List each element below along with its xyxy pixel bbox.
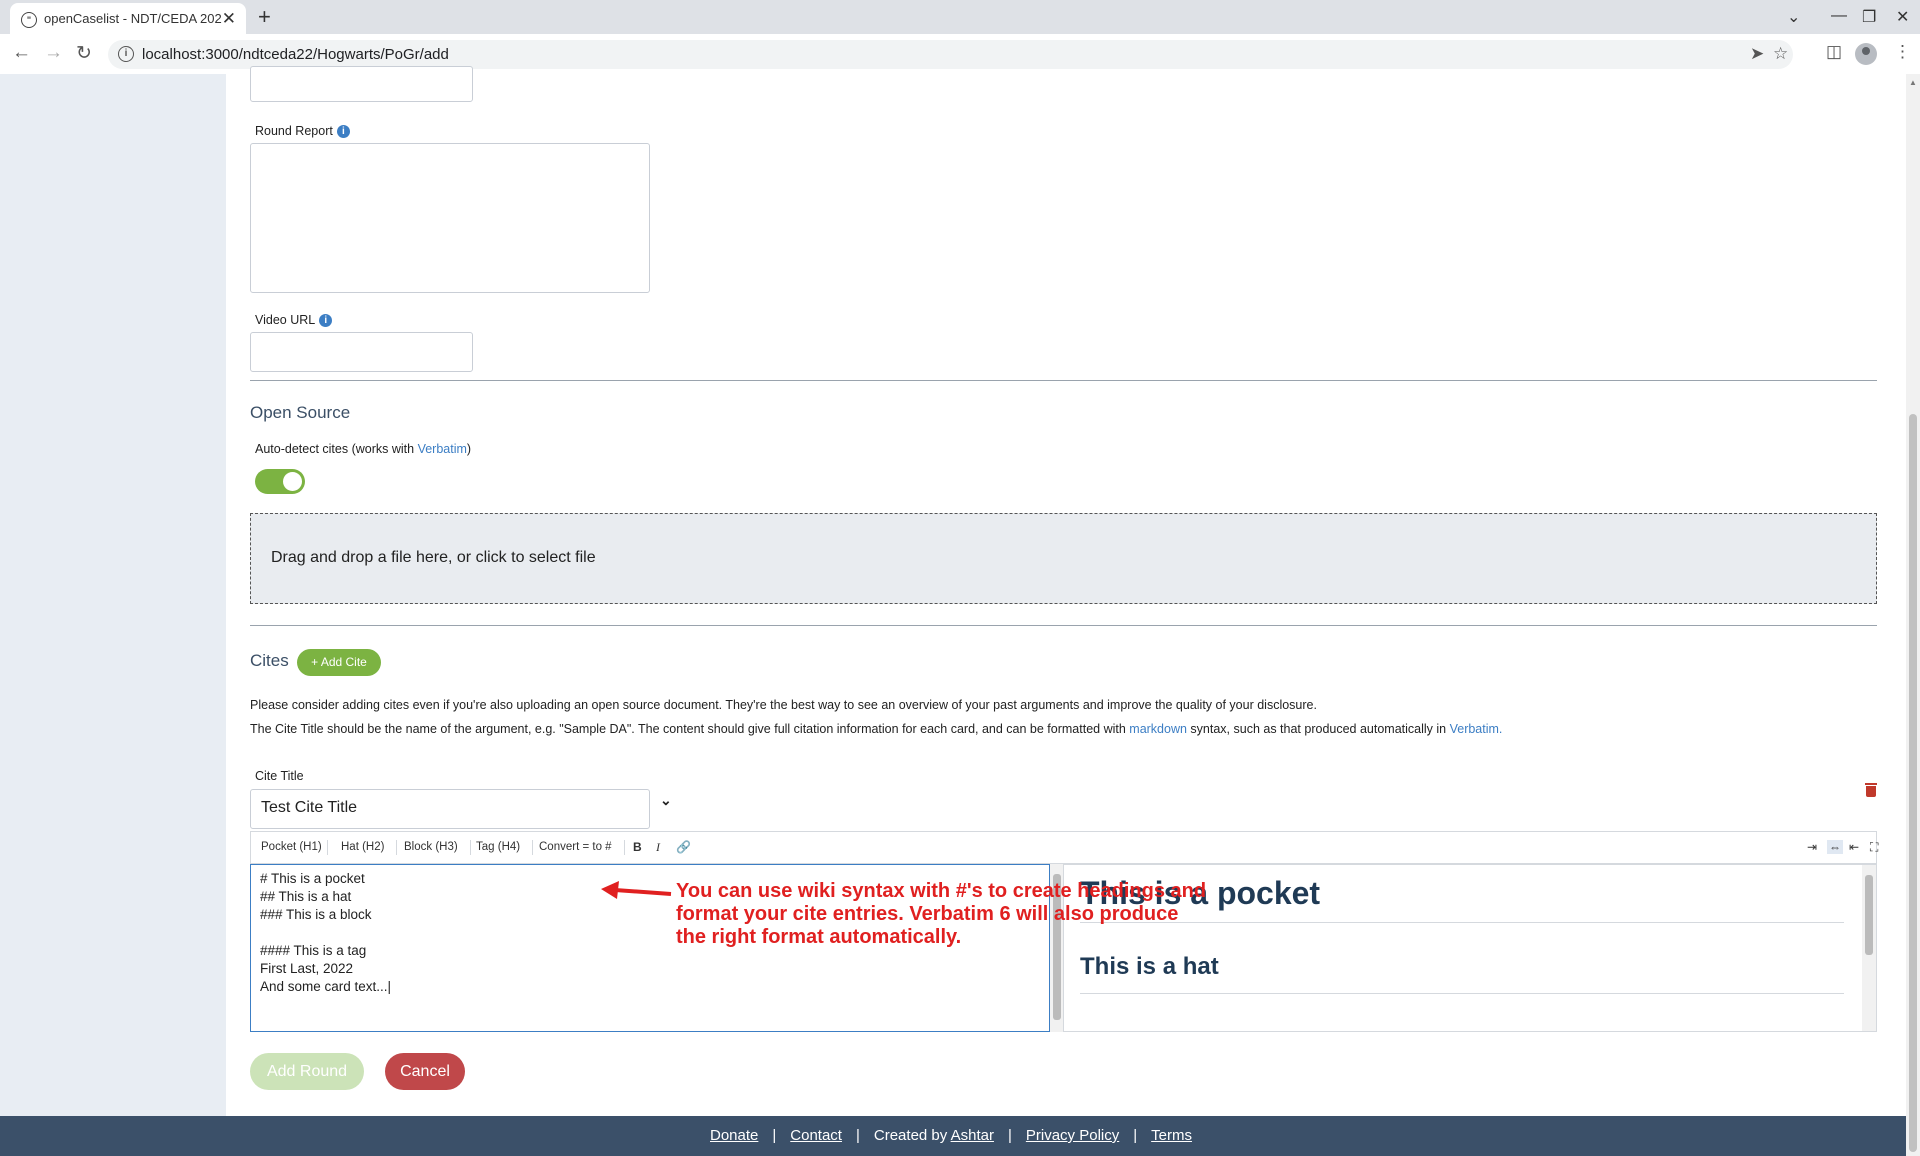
convert-button[interactable]: Convert = to #: [539, 841, 612, 853]
bold-icon[interactable]: B: [633, 840, 642, 854]
editor-line: ## This is a hat: [260, 889, 352, 904]
window-close-icon[interactable]: ✕: [1896, 7, 1909, 27]
cites-format-text: The Cite Title should be the name of the…: [250, 722, 1503, 736]
video-url-label: Video URL i: [255, 313, 333, 328]
quote-favicon-icon: ": [21, 12, 37, 28]
link-icon[interactable]: 🔗: [676, 840, 691, 854]
site-footer: Donate | Contact | Created by Ashtar | Privacy…: [0, 1116, 1906, 1156]
reload-icon[interactable]: ↻: [76, 42, 92, 65]
url-text[interactable]: localhost:3000/ndtceda22/Hogwarts/PoGr/a…: [142, 46, 449, 63]
block-h3-button[interactable]: Block (H3): [404, 841, 458, 853]
cites-help-text: Please consider adding cites even if you…: [250, 698, 1317, 712]
browser-tab-bar: " openCaselist - NDT/CEDA 202 ✕ + ⌄ — ❐ …: [0, 0, 1920, 34]
autodetect-label: Auto-detect cites (works with Verbatim): [255, 442, 472, 456]
tab-title: openCaselist - NDT/CEDA 202: [44, 11, 222, 26]
bookmark-star-icon[interactable]: ☆: [1773, 44, 1788, 64]
editor-line: ### This is a block: [260, 907, 372, 922]
trash-icon[interactable]: [1865, 783, 1877, 797]
privacy-policy-link[interactable]: Privacy Policy: [1026, 1127, 1119, 1144]
author-link[interactable]: Ashtar: [951, 1127, 994, 1144]
tag-h4-button[interactable]: Tag (H4): [476, 841, 520, 853]
address-bar[interactable]: i localhost:3000/ndtceda22/Hogwarts/PoGr…: [108, 40, 1793, 69]
editor-line: And some card text...|: [260, 979, 392, 994]
cite-title-input[interactable]: Test Cite Title: [250, 789, 650, 829]
scroll-up-icon[interactable]: ▲: [1909, 78, 1917, 87]
contact-link[interactable]: Contact: [790, 1127, 842, 1144]
page-scrollbar[interactable]: ▲: [1906, 74, 1920, 1156]
add-round-button[interactable]: Add Round: [250, 1053, 364, 1090]
terms-link[interactable]: Terms: [1151, 1127, 1192, 1144]
round-report-label: Round Report i: [255, 124, 350, 139]
file-dropzone[interactable]: Drag and drop a file here, or click to s…: [250, 513, 1877, 604]
italic-icon[interactable]: I: [656, 840, 660, 855]
annotation-arrow-icon: [601, 881, 672, 899]
verbatim-link[interactable]: Verbatim: [418, 442, 467, 456]
back-icon[interactable]: ←: [12, 42, 31, 64]
side-panel-icon[interactable]: ◫: [1826, 42, 1842, 62]
cites-title: Cites: [250, 651, 289, 670]
preview-hat-heading: This is a hat: [1080, 953, 1219, 980]
hat-h2-button[interactable]: Hat (H2): [341, 841, 384, 853]
send-icon[interactable]: ➤: [1750, 44, 1764, 64]
editor-line: #### This is a tag: [260, 943, 367, 958]
annotation-callout: You can use wiki syntax with #'s to crea…: [676, 880, 1207, 948]
preview-scrollbar[interactable]: [1862, 865, 1876, 1031]
minimize-icon[interactable]: —: [1831, 7, 1847, 25]
tab-search-icon[interactable]: ⌄: [1787, 7, 1800, 27]
open-source-title: Open Source: [250, 403, 351, 422]
section-divider: [250, 380, 1877, 381]
profile-avatar[interactable]: [1855, 43, 1877, 65]
menu-kebab-icon[interactable]: ⋮: [1894, 42, 1911, 62]
previous-field-input[interactable]: [250, 66, 473, 102]
new-tab-button[interactable]: +: [258, 4, 271, 30]
cancel-button[interactable]: Cancel: [385, 1053, 465, 1090]
site-info-icon[interactable]: i: [118, 46, 134, 62]
editor-only-icon[interactable]: ⇥: [1807, 840, 1817, 854]
dropzone-text: Drag and drop a file here, or click to s…: [271, 549, 596, 566]
preview-only-icon[interactable]: ⇤: [1849, 840, 1859, 854]
verbatim-link[interactable]: Verbatim.: [1450, 722, 1503, 736]
donate-link[interactable]: Donate: [710, 1127, 758, 1144]
pocket-h1-button[interactable]: Pocket (H1): [261, 841, 322, 853]
restore-icon[interactable]: ❐: [1862, 7, 1876, 27]
created-by-text: Created by: [873, 1127, 951, 1144]
markdown-toolbar: Pocket (H1) Hat (H2) Block (H3) Tag (H4)…: [250, 831, 1878, 864]
editor-line: First Last, 2022: [260, 961, 354, 976]
toggle-knob: [283, 472, 302, 491]
browser-tab[interactable]: " openCaselist - NDT/CEDA 202 ✕: [10, 3, 246, 34]
fullscreen-icon[interactable]: ⛶: [1870, 840, 1878, 855]
cite-title-label: Cite Title: [255, 769, 304, 783]
page-viewport: Round Report i Video URL i Open Source Aut…: [0, 66, 1906, 1156]
add-cite-button[interactable]: + Add Cite: [297, 649, 381, 676]
markdown-link[interactable]: markdown: [1129, 722, 1187, 736]
left-sidebar: [0, 74, 226, 1116]
preview-divider: [1080, 993, 1844, 994]
scroll-thumb[interactable]: [1909, 414, 1917, 1152]
chevron-down-icon[interactable]: ⌄: [660, 792, 672, 809]
info-icon[interactable]: i: [336, 125, 350, 139]
tab-close-icon[interactable]: ✕: [222, 9, 236, 29]
main-content: Round Report i Video URL i Open Source Aut…: [226, 66, 1906, 1116]
forward-icon[interactable]: →: [44, 42, 63, 64]
section-divider: [250, 625, 1877, 626]
round-report-textarea[interactable]: [250, 143, 650, 293]
split-view-icon[interactable]: ⇔: [1827, 840, 1843, 854]
video-url-input[interactable]: [250, 332, 473, 372]
editor-line: # This is a pocket: [260, 871, 365, 886]
info-icon[interactable]: i: [319, 314, 333, 328]
autodetect-toggle[interactable]: [255, 469, 305, 494]
